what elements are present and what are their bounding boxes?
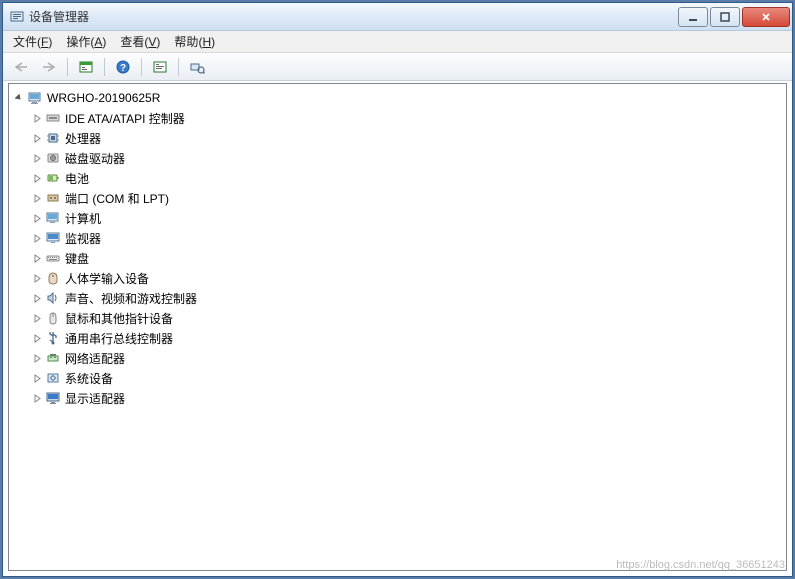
node-label: 监视器: [65, 230, 101, 247]
network-icon: [45, 350, 61, 366]
tree-node[interactable]: 显示适配器: [27, 388, 786, 408]
titlebar[interactable]: 设备管理器: [3, 3, 792, 31]
expand-icon[interactable]: [31, 332, 43, 344]
tree-node[interactable]: 人体学输入设备: [27, 268, 786, 288]
expand-icon[interactable]: [31, 132, 43, 144]
expand-icon[interactable]: [31, 172, 43, 184]
device-tree: WRGHO-20190625R IDE ATA/ATAPI 控制器处理器磁盘驱动…: [9, 88, 786, 408]
node-label: 声音、视频和游戏控制器: [65, 290, 197, 307]
close-button[interactable]: [742, 7, 790, 27]
window-title: 设备管理器: [29, 8, 676, 25]
expand-icon[interactable]: [31, 372, 43, 384]
system-icon: [45, 370, 61, 386]
nav-back-button[interactable]: [9, 56, 33, 78]
cpu-icon: [45, 130, 61, 146]
usb-icon: [45, 330, 61, 346]
tree-node[interactable]: 电池: [27, 168, 786, 188]
expand-icon[interactable]: [31, 312, 43, 324]
menu-action[interactable]: 操作(A): [60, 31, 112, 52]
tree-root-node[interactable]: WRGHO-20190625R: [9, 88, 786, 108]
tree-node[interactable]: 通用串行总线控制器: [27, 328, 786, 348]
help-button[interactable]: ?: [111, 56, 135, 78]
device-tree-pane[interactable]: WRGHO-20190625R IDE ATA/ATAPI 控制器处理器磁盘驱动…: [8, 83, 787, 571]
expand-icon[interactable]: [31, 292, 43, 304]
node-label: 通用串行总线控制器: [65, 330, 173, 347]
tree-node[interactable]: 系统设备: [27, 368, 786, 388]
node-label: 鼠标和其他指针设备: [65, 310, 173, 327]
node-label: 键盘: [65, 250, 89, 267]
menu-file[interactable]: 文件(F): [7, 31, 58, 52]
node-label: 磁盘驱动器: [65, 150, 125, 167]
node-label: 处理器: [65, 130, 101, 147]
collapse-icon[interactable]: [13, 92, 25, 104]
expand-icon[interactable]: [31, 232, 43, 244]
node-label: IDE ATA/ATAPI 控制器: [65, 110, 185, 127]
sound-icon: [45, 290, 61, 306]
tree-node[interactable]: 键盘: [27, 248, 786, 268]
node-label: 显示适配器: [65, 390, 125, 407]
expand-icon[interactable]: [31, 152, 43, 164]
toolbar-separator: [141, 58, 142, 76]
computer-icon: [45, 210, 61, 226]
node-label: 端口 (COM 和 LPT): [65, 190, 169, 207]
tree-node[interactable]: 端口 (COM 和 LPT): [27, 188, 786, 208]
mouse-icon: [45, 310, 61, 326]
expand-icon[interactable]: [31, 212, 43, 224]
computer-icon: [27, 90, 43, 106]
tree-node[interactable]: 处理器: [27, 128, 786, 148]
device-manager-window: 设备管理器 文件(F) 操作(A) 查看(V) 帮助(H) ?: [2, 2, 793, 577]
node-label: 人体学输入设备: [65, 270, 149, 287]
toolbar: ?: [3, 53, 792, 81]
toolbar-separator: [104, 58, 105, 76]
menu-help[interactable]: 帮助(H): [168, 31, 221, 52]
expand-icon[interactable]: [31, 112, 43, 124]
expand-icon[interactable]: [31, 192, 43, 204]
node-label: 计算机: [65, 210, 101, 227]
root-label: WRGHO-20190625R: [47, 91, 160, 105]
node-label: 网络适配器: [65, 350, 125, 367]
tree-node[interactable]: IDE ATA/ATAPI 控制器: [27, 108, 786, 128]
expand-icon[interactable]: [31, 352, 43, 364]
app-icon: [9, 9, 25, 25]
properties-button[interactable]: [74, 56, 98, 78]
expand-icon[interactable]: [31, 272, 43, 284]
node-label: 系统设备: [65, 370, 113, 387]
tree-node[interactable]: 监视器: [27, 228, 786, 248]
ide-icon: [45, 110, 61, 126]
node-label: 电池: [65, 170, 89, 187]
tree-node[interactable]: 鼠标和其他指针设备: [27, 308, 786, 328]
disk-icon: [45, 150, 61, 166]
hid-icon: [45, 270, 61, 286]
monitor-icon: [45, 230, 61, 246]
show-hidden-button[interactable]: [148, 56, 172, 78]
menubar: 文件(F) 操作(A) 查看(V) 帮助(H): [3, 31, 792, 53]
minimize-button[interactable]: [678, 7, 708, 27]
display-icon: [45, 390, 61, 406]
port-icon: [45, 190, 61, 206]
expand-icon[interactable]: [31, 392, 43, 404]
svg-text:?: ?: [120, 63, 126, 74]
toolbar-separator: [67, 58, 68, 76]
nav-forward-button[interactable]: [37, 56, 61, 78]
menu-view[interactable]: 查看(V): [114, 31, 166, 52]
toolbar-separator: [178, 58, 179, 76]
tree-node[interactable]: 网络适配器: [27, 348, 786, 368]
scan-hardware-button[interactable]: [185, 56, 209, 78]
window-controls: [676, 7, 790, 27]
battery-icon: [45, 170, 61, 186]
keyboard-icon: [45, 250, 61, 266]
maximize-button[interactable]: [710, 7, 740, 27]
tree-node[interactable]: 磁盘驱动器: [27, 148, 786, 168]
expand-icon[interactable]: [31, 252, 43, 264]
tree-node[interactable]: 计算机: [27, 208, 786, 228]
tree-node[interactable]: 声音、视频和游戏控制器: [27, 288, 786, 308]
